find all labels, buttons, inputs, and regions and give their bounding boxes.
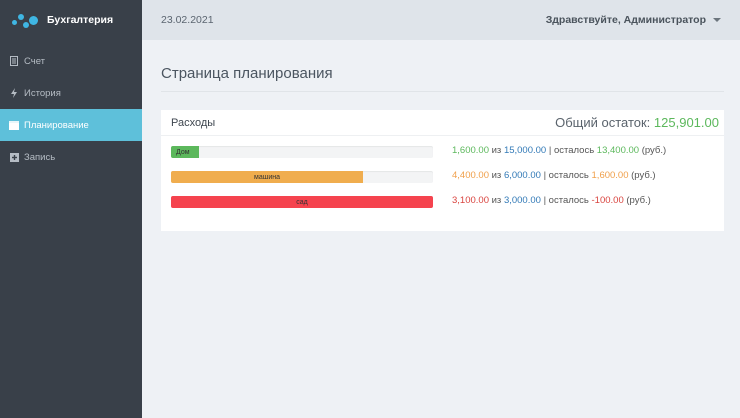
budget-summary: 1,600.00 из 15,000.00 | осталось 13,400.… [452, 145, 666, 156]
budget-summary: 3,100.00 из 3,000.00 | осталось -100.00 … [452, 195, 651, 206]
progress-track: машина [171, 171, 433, 183]
panel-title: Расходы [171, 116, 216, 129]
brand[interactable]: Бухгалтерия [0, 0, 142, 40]
remaining-amount: -100.00 [591, 195, 624, 206]
file-icon [9, 56, 19, 66]
calendar-icon [9, 120, 19, 130]
currency: (руб.) [641, 145, 667, 156]
sidebar-item-account[interactable]: Счет [0, 45, 142, 77]
category-label: Дом [176, 148, 190, 156]
progress-fill: сад [171, 196, 433, 208]
panel-header: Расходы Общий остаток: 125,901.00 [161, 110, 724, 136]
category-label: сад [296, 198, 308, 206]
sidebar-item-label: Планирование [24, 119, 89, 131]
progress-fill: Дом [171, 146, 200, 158]
remaining-amount: 13,400.00 [596, 145, 640, 156]
separator: | [543, 195, 547, 206]
limit-amount: 6,000.00 [503, 170, 541, 181]
total-label: Общий остаток: [555, 115, 651, 130]
remaining-word: осталось [548, 195, 589, 206]
dots-logo-icon [12, 11, 42, 29]
limit-amount: 15,000.00 [503, 145, 547, 156]
user-greeting: Здравствуйте, Администратор [545, 14, 706, 26]
chevron-down-icon [713, 18, 721, 22]
category-label: машина [254, 173, 281, 181]
total-balance: Общий остаток: 125,901.00 [555, 115, 719, 130]
bolt-icon [9, 88, 19, 98]
of-word: из [491, 145, 502, 156]
progress-track: Дом [171, 146, 433, 158]
app-name: Бухгалтерия [47, 14, 114, 26]
total-value: 125,901.00 [653, 115, 719, 130]
spent-amount: 4,400.00 [452, 170, 489, 181]
page-title: Страница планирования [161, 65, 333, 82]
of-word: из [491, 170, 502, 181]
progress-track: сад [171, 196, 433, 208]
separator: | [543, 170, 547, 181]
sidebar-item-label: История [24, 87, 61, 99]
main-content: Страница планирования Расходы Общий оста… [142, 40, 740, 418]
separator: | [548, 145, 552, 156]
sidebar: Бухгалтерия Счет История Планирование За… [0, 0, 142, 418]
sidebar-item-history[interactable]: История [0, 77, 142, 109]
budget-summary: 4,400.00 из 6,000.00 | осталось 1,600.00… [452, 170, 656, 181]
top-header: 23.02.2021 Здравствуйте, Администратор [142, 0, 740, 40]
remaining-amount: 1,600.00 [591, 170, 629, 181]
progress-fill: машина [171, 171, 364, 183]
spent-amount: 1,600.00 [452, 145, 489, 156]
sidebar-nav: Счет История Планирование Запись [0, 45, 142, 173]
currency: (руб.) [631, 170, 656, 181]
current-date: 23.02.2021 [161, 14, 214, 26]
divider [161, 91, 724, 92]
currency: (руб.) [626, 195, 651, 206]
plus-square-icon [9, 152, 19, 162]
sidebar-item-label: Счет [24, 55, 46, 67]
sidebar-item-label: Запись [24, 151, 56, 163]
remaining-word: осталось [553, 145, 595, 156]
limit-amount: 3,000.00 [503, 195, 541, 206]
sidebar-item-planning[interactable]: Планирование [0, 109, 142, 141]
user-menu[interactable]: Здравствуйте, Администратор [546, 14, 721, 26]
spent-amount: 3,100.00 [452, 195, 489, 206]
sidebar-item-record[interactable]: Запись [0, 141, 142, 173]
remaining-word: осталось [548, 170, 589, 181]
expenses-panel: Расходы Общий остаток: 125,901.00 Дом 1,… [161, 110, 724, 231]
of-word: из [491, 195, 502, 206]
